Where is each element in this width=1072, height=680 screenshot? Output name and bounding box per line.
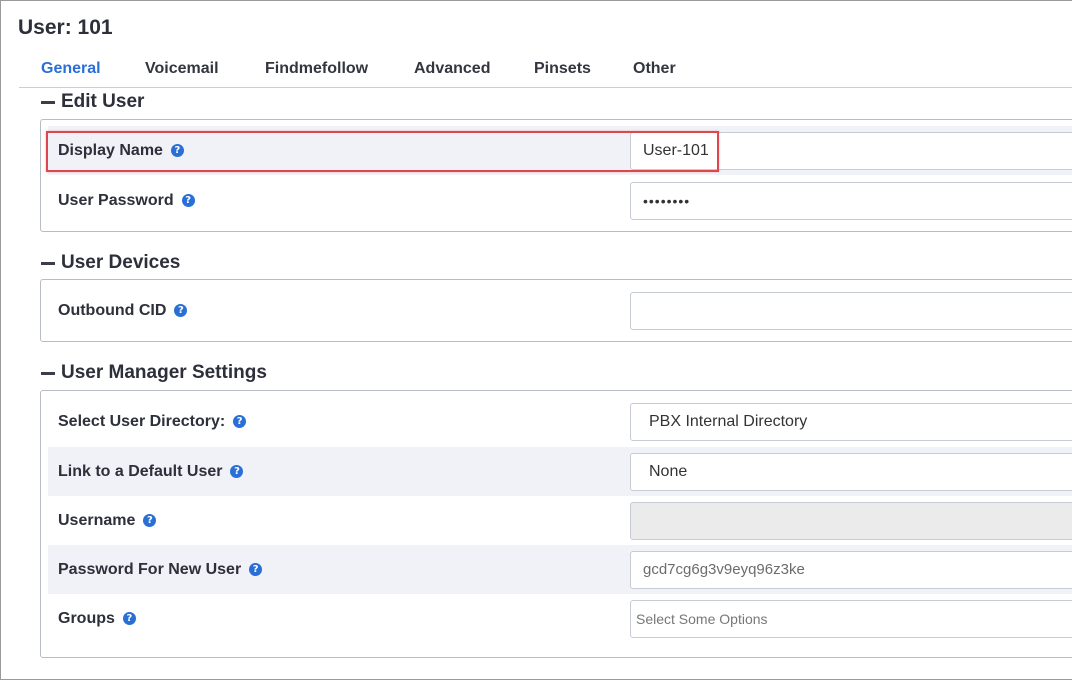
display-name-label: Display Name xyxy=(58,141,163,159)
help-icon[interactable]: ? xyxy=(181,194,195,207)
default-user-label: Link to a Default User xyxy=(58,462,223,480)
help-icon[interactable]: ? xyxy=(143,514,157,527)
default-user-select[interactable]: None xyxy=(630,452,1072,491)
tab-voicemail[interactable]: Voicemail xyxy=(145,60,219,78)
edit-user-panel: Display Name ? User-101 User Password ? … xyxy=(40,119,1072,232)
page-title: User: 101 xyxy=(18,16,113,39)
outbound-cid-label: Outbound CID xyxy=(58,301,167,319)
outbound-cid-input[interactable] xyxy=(630,291,1072,330)
tab-general[interactable]: General xyxy=(41,60,101,78)
default-user-row: Link to a Default User ? None xyxy=(48,447,1072,496)
user-password-label: User Password xyxy=(58,191,174,209)
username-input xyxy=(630,501,1072,540)
minus-icon xyxy=(41,371,55,375)
section-toggle-user-devices[interactable]: User Devices xyxy=(41,252,180,274)
help-icon[interactable]: ? xyxy=(233,415,247,428)
help-icon[interactable]: ? xyxy=(170,144,184,157)
username-row: Username ? xyxy=(48,496,1072,545)
groups-row: Groups ? Select Some Options xyxy=(48,594,1072,643)
help-icon[interactable]: ? xyxy=(122,612,136,625)
outbound-cid-row: Outbound CID ? xyxy=(48,286,1072,335)
section-title-edit-user: Edit User xyxy=(61,91,145,112)
tab-bar: General Voicemail Findmefollow Advanced … xyxy=(19,57,1072,88)
section-title-user-manager: User Manager Settings xyxy=(61,362,267,383)
tab-findmefollow[interactable]: Findmefollow xyxy=(265,60,368,78)
password-mask: •••••••• xyxy=(643,192,691,209)
tab-other[interactable]: Other xyxy=(633,60,676,78)
section-title-user-devices: User Devices xyxy=(61,252,181,273)
display-name-input[interactable]: User-101 xyxy=(630,131,1072,170)
help-icon[interactable]: ? xyxy=(230,465,244,478)
user-password-input[interactable]: •••••••• xyxy=(630,181,1072,220)
tab-pinsets[interactable]: Pinsets xyxy=(534,60,591,78)
user-password-row: User Password ? •••••••• xyxy=(48,176,1072,225)
new-user-password-label: Password For New User xyxy=(58,560,242,578)
user-directory-label: Select User Directory: xyxy=(58,412,226,430)
user-directory-select[interactable]: PBX Internal Directory xyxy=(630,402,1072,441)
help-icon[interactable]: ? xyxy=(174,304,188,317)
user-devices-panel: Outbound CID ? xyxy=(40,279,1072,342)
minus-icon xyxy=(41,100,55,104)
new-user-password-input[interactable]: gcd7cg6g3v9eyq96z3ke xyxy=(630,550,1072,589)
display-name-row: Display Name ? User-101 xyxy=(48,126,1072,175)
help-icon[interactable]: ? xyxy=(249,563,263,576)
new-user-password-row: Password For New User ? gcd7cg6g3v9eyq96… xyxy=(48,545,1072,594)
groups-multiselect[interactable]: Select Some Options xyxy=(630,599,1072,638)
user-manager-panel: Select User Directory: ? PBX Internal Di… xyxy=(40,390,1072,658)
section-toggle-user-manager[interactable]: User Manager Settings xyxy=(41,362,267,384)
user-edit-page: User: 101 General Voicemail Findmefollow… xyxy=(0,0,1072,680)
user-directory-row: Select User Directory: ? PBX Internal Di… xyxy=(48,397,1072,446)
tab-advanced[interactable]: Advanced xyxy=(414,60,490,78)
section-toggle-edit-user[interactable]: Edit User xyxy=(41,91,144,113)
groups-label: Groups xyxy=(58,609,115,627)
minus-icon xyxy=(41,261,55,265)
username-label: Username xyxy=(58,511,136,529)
